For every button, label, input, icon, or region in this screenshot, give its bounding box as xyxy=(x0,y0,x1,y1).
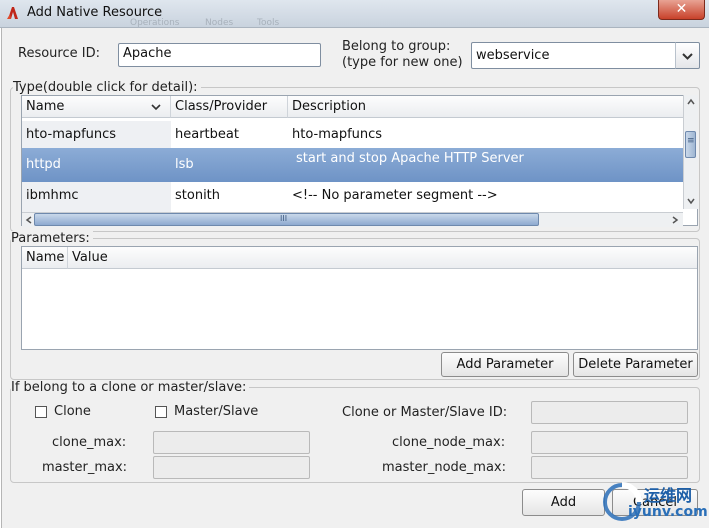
param-column-header-value[interactable]: Value xyxy=(68,247,697,269)
cell-class: lsb xyxy=(175,157,194,172)
master-slave-checkbox-label: Master/Slave xyxy=(174,404,259,419)
group-label-line2: (type for new one) xyxy=(342,55,463,70)
table-row[interactable]: ibmhmc stonith <!-- No parameter segment… xyxy=(22,182,684,210)
group-combo-dropdown[interactable] xyxy=(675,42,700,69)
resource-id-label: Resource ID: xyxy=(18,46,100,61)
master-max-input[interactable] xyxy=(153,456,310,479)
clone-id-label: Clone or Master/Slave ID: xyxy=(342,405,508,420)
cell-class: stonith xyxy=(175,188,221,203)
close-button[interactable]: ✕ xyxy=(658,0,705,20)
close-icon: ✕ xyxy=(675,1,688,17)
scroll-down-icon[interactable] xyxy=(686,196,696,206)
scroll-left-icon[interactable] xyxy=(24,215,34,225)
app-logo-icon xyxy=(7,7,18,19)
parameters-table: Name Value xyxy=(21,246,698,350)
chevron-down-icon xyxy=(682,53,693,60)
type-table: Name Class/Provider Description hto-mapf… xyxy=(21,95,698,226)
watermark-text-cn: 运维网 xyxy=(644,486,693,505)
table-row-selected[interactable]: httpd lsb start and stop Apache HTTP Ser… xyxy=(22,148,684,182)
watermark-text-url: iyunv.com xyxy=(628,504,708,520)
clone-checkbox-label: Clone xyxy=(54,404,91,419)
horizontal-scroll-thumb[interactable]: III xyxy=(34,213,539,226)
clone-max-label: clone_max: xyxy=(52,435,127,450)
scroll-right-icon[interactable] xyxy=(670,215,680,225)
add-button[interactable]: Add xyxy=(522,489,605,516)
clone-checkbox[interactable] xyxy=(35,406,47,418)
resource-id-input[interactable]: Apache xyxy=(118,43,321,67)
parameters-group-title: Parameters: xyxy=(11,231,93,246)
cell-description: hto-mapfuncs xyxy=(292,127,383,142)
delete-parameter-button[interactable]: Delete Parameter xyxy=(573,352,698,377)
type-group-title: Type(double click for detail): xyxy=(13,80,201,95)
clone-group-title: If belong to a clone or master/slave: xyxy=(11,380,250,395)
background-menu-tools: Tools xyxy=(257,18,280,28)
background-menu-nodes: Nodes xyxy=(205,18,234,28)
column-header-class[interactable]: Class/Provider xyxy=(171,96,288,118)
master-node-max-label: master_node_max: xyxy=(382,460,506,475)
clone-max-input[interactable] xyxy=(153,431,310,454)
add-parameter-button[interactable]: Add Parameter xyxy=(441,352,569,377)
clone-node-max-label: clone_node_max: xyxy=(392,435,506,450)
scroll-up-icon[interactable] xyxy=(686,97,696,107)
vertical-scroll-thumb[interactable]: ≡ xyxy=(685,131,696,158)
clone-node-max-input[interactable] xyxy=(531,431,688,454)
param-column-header-name[interactable]: Name xyxy=(22,247,68,269)
master-slave-checkbox[interactable] xyxy=(155,406,167,418)
cell-class: heartbeat xyxy=(175,127,239,142)
master-max-label: master_max: xyxy=(42,460,128,475)
cell-description: <!-- No parameter segment --> xyxy=(292,188,498,203)
group-label-line1: Belong to group: xyxy=(342,39,451,54)
table-row[interactable]: hto-mapfuncs heartbeat hto-mapfuncs xyxy=(22,121,684,149)
cell-name: httpd xyxy=(26,157,61,172)
column-header-description[interactable]: Description xyxy=(288,96,684,118)
master-node-max-input[interactable] xyxy=(531,456,688,479)
cell-name: ibmhmc xyxy=(22,182,171,210)
watermark: 运维网 iyunv.com xyxy=(600,478,708,526)
column-header-name[interactable]: Name xyxy=(22,96,171,118)
sort-chevron-icon xyxy=(151,104,161,111)
cell-name: hto-mapfuncs xyxy=(22,121,171,149)
cell-description: start and stop Apache HTTP Server xyxy=(296,151,524,166)
group-combo-input[interactable]: webservice xyxy=(471,42,676,69)
clone-id-input[interactable] xyxy=(531,401,688,424)
background-menu-operations: Operations xyxy=(130,18,180,28)
